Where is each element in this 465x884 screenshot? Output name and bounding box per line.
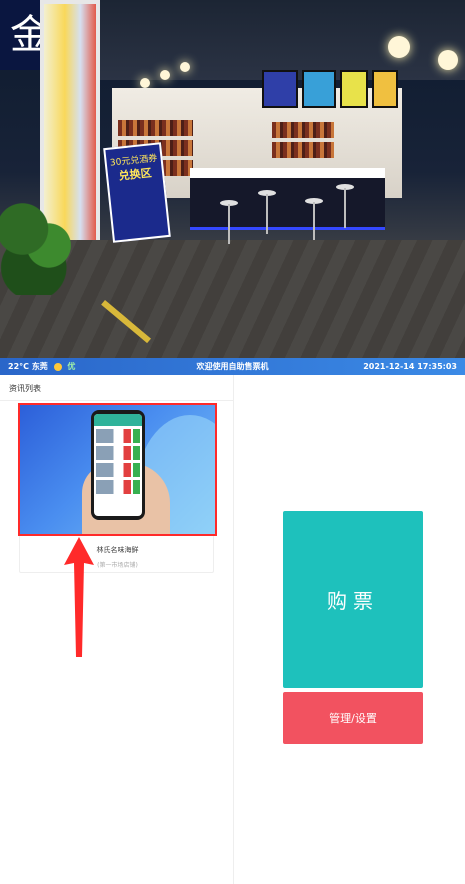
news-card[interactable]: 林氏名味海鲜 (第一市场店铺) <box>18 403 217 573</box>
stool-leg <box>313 202 315 240</box>
bottle-shelf <box>272 142 334 158</box>
divider <box>0 400 234 401</box>
phone-list-row <box>96 446 140 460</box>
phone-list-row <box>96 463 140 477</box>
datetime: 2021-12-14 17:35:03 <box>363 362 457 371</box>
arrow-shape <box>64 537 94 657</box>
phone-header <box>94 414 142 426</box>
ceiling-lamp <box>180 62 190 72</box>
bottle-shelf <box>272 122 334 138</box>
manage-settings-button[interactable]: 管理/设置 <box>283 692 423 744</box>
plants <box>0 185 75 295</box>
news-thumbnail[interactable] <box>18 403 217 536</box>
phone-screen <box>94 414 142 516</box>
ceiling <box>90 0 465 80</box>
display-screen <box>302 70 336 108</box>
phone-graphic <box>91 410 145 520</box>
news-caption: 林氏名味海鲜 <box>96 546 139 554</box>
promo-banner-image: 金 30元兑酒券 兑换区 <box>0 0 465 358</box>
bottle-shelf <box>118 120 193 136</box>
ceiling-lamp <box>388 36 410 58</box>
annotation-arrow <box>64 537 94 657</box>
status-bar: 22°C 东莞 优 欢迎使用自助售票机 2021-12-14 17:35:03 <box>0 358 465 375</box>
news-panel: 资讯列表 林氏名味海鲜 (第一市场店铺) <box>0 375 234 884</box>
ceiling-lamp <box>438 50 458 70</box>
display-screen <box>372 70 398 108</box>
news-list-title: 资讯列表 <box>9 384 41 393</box>
bar-counter <box>190 168 385 230</box>
buy-ticket-button[interactable]: 购票 <box>283 511 423 688</box>
display-screen <box>340 70 368 108</box>
phone-list-row <box>96 429 140 443</box>
promo-poster: 30元兑酒券 兑换区 <box>103 142 171 243</box>
stool-leg <box>266 194 268 234</box>
ceiling-lamp <box>160 70 170 80</box>
display-screen <box>262 70 298 108</box>
stool-leg <box>228 204 230 244</box>
ceiling-lamp <box>140 78 150 88</box>
news-subtitle: (第一市场店铺) <box>97 562 138 569</box>
stool-leg <box>344 188 346 228</box>
phone-list-row <box>96 480 140 494</box>
